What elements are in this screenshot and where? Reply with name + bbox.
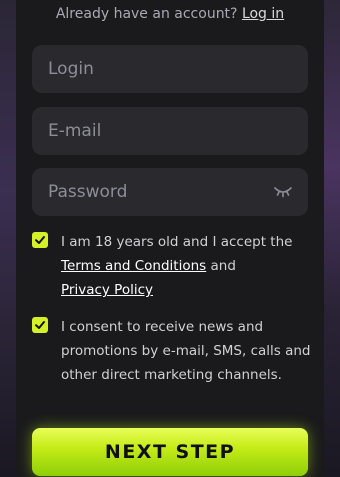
terms-link[interactable]: Terms and Conditions xyxy=(61,254,206,278)
privacy-link[interactable]: Privacy Policy xyxy=(61,278,153,302)
age-consent-row: I am 18 years old and I accept the Terms… xyxy=(32,230,312,302)
marketing-consent-text: I consent to receive news and promotions… xyxy=(61,319,311,383)
and-text: and xyxy=(210,258,236,274)
background-right-edge xyxy=(324,0,340,477)
age-consent-text: I am 18 years old and I accept the xyxy=(61,234,293,250)
login-prompt: Already have an account? Log in xyxy=(16,6,324,22)
registration-panel: Already have an account? Log in I am 18 … xyxy=(16,0,324,477)
login-input[interactable] xyxy=(48,59,268,79)
login-link[interactable]: Log in xyxy=(242,6,284,22)
marketing-consent-checkbox[interactable] xyxy=(32,317,48,333)
email-input[interactable] xyxy=(48,121,268,141)
login-field[interactable] xyxy=(32,45,308,93)
background-left-edge xyxy=(0,0,16,477)
age-consent-label: I am 18 years old and I accept the Terms… xyxy=(61,230,292,302)
age-consent-checkbox[interactable] xyxy=(32,232,48,248)
eye-closed-icon[interactable] xyxy=(274,184,292,198)
email-field[interactable] xyxy=(32,107,308,155)
checkmark-icon xyxy=(35,321,45,329)
next-step-button[interactable]: NEXT STEP xyxy=(32,428,308,476)
marketing-consent-row: I consent to receive news and promotions… xyxy=(32,315,312,387)
password-field[interactable] xyxy=(32,168,308,216)
checkmark-icon xyxy=(35,236,45,244)
password-input[interactable] xyxy=(48,182,268,202)
login-prompt-text: Already have an account? xyxy=(55,6,238,22)
